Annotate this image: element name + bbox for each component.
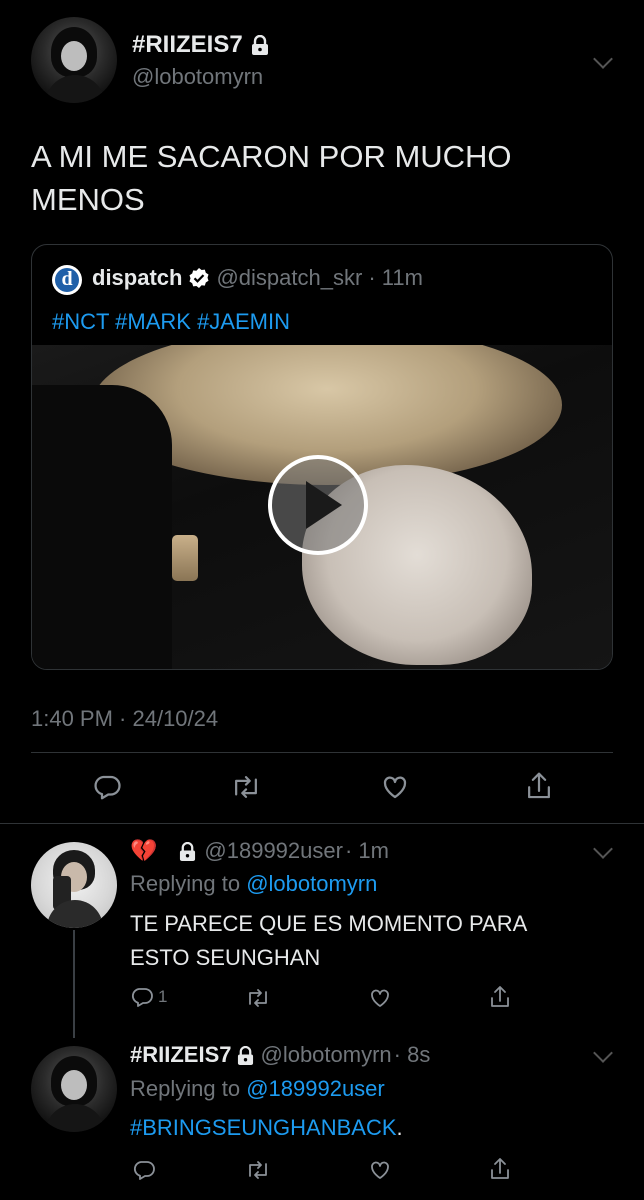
reply1-text: TE PARECE QUE ES MOMENTO PARA ESTO SEUNG…: [130, 911, 528, 970]
retweet-icon[interactable]: [230, 772, 262, 802]
quoted-handle[interactable]: @dispatch_skr: [216, 265, 362, 291]
lock-icon: [251, 35, 269, 55]
reply1-avatar[interactable]: [31, 842, 117, 928]
reply-button[interactable]: 1: [130, 985, 167, 1009]
reply-icon[interactable]: [130, 985, 154, 1009]
reply2-avatar[interactable]: [31, 1046, 117, 1132]
reply2-mention-link[interactable]: @189992user: [246, 1076, 385, 1101]
share-icon[interactable]: [488, 1156, 512, 1182]
reply1-replying-to: Replying to @lobotomyrn: [130, 871, 378, 896]
quoted-time: · 11m: [368, 265, 423, 290]
retweet-icon[interactable]: [245, 1158, 271, 1182]
reply1-handle[interactable]: @189992user: [204, 838, 343, 864]
chevron-down-icon[interactable]: [593, 839, 613, 859]
like-icon[interactable]: [368, 986, 392, 1010]
reply2-display-name[interactable]: #RIIZEIS7: [130, 1042, 231, 1068]
reply2-replying-to: Replying to @189992user: [130, 1076, 385, 1101]
thread-line: [73, 930, 75, 1038]
reply2-hashtag-link[interactable]: #BRINGSEUNGHANBACK: [130, 1115, 397, 1140]
reply-icon[interactable]: [92, 772, 122, 802]
share-icon[interactable]: [488, 984, 512, 1010]
like-icon[interactable]: [368, 1158, 392, 1182]
main-tweet-text: A MI ME SACARON POR MUCHO MENOS: [31, 139, 512, 217]
reply-icon[interactable]: [132, 1158, 156, 1182]
like-icon[interactable]: [380, 772, 410, 802]
main-handle[interactable]: @lobotomyrn: [132, 64, 263, 90]
reply1-mention-link[interactable]: @lobotomyrn: [246, 871, 377, 896]
reply-count: 1: [158, 987, 168, 1006]
quoted-hashtags[interactable]: #NCT #MARK #JAEMIN: [52, 309, 290, 335]
reply2-time: · 8s: [393, 1042, 431, 1067]
chevron-down-icon[interactable]: [593, 49, 613, 69]
video-thumbnail[interactable]: [32, 345, 612, 669]
reply1-time: · 1m: [344, 838, 389, 863]
quoted-tweet-card[interactable]: d dispatch @dispatch_skr · 11m #NCT #MAR…: [31, 244, 613, 670]
main-tweet-avatar[interactable]: [31, 17, 117, 103]
lock-icon: [179, 841, 196, 861]
chevron-down-icon[interactable]: [593, 1043, 613, 1063]
reply2-handle[interactable]: @lobotomyrn: [260, 1042, 391, 1068]
main-timestamp: 1:40 PM · 24/10/24: [31, 706, 219, 731]
quoted-display-name[interactable]: dispatch: [92, 265, 182, 291]
lock-icon: [237, 1045, 254, 1065]
play-icon[interactable]: [268, 455, 368, 555]
share-icon[interactable]: [524, 770, 554, 802]
dispatch-avatar[interactable]: d: [52, 265, 82, 295]
reply2-text: #BRINGSEUNGHANBACK.: [130, 1115, 403, 1140]
broken-heart-icon: 💔: [130, 838, 158, 863]
main-display-name[interactable]: #RIIZEIS7: [132, 31, 243, 59]
verified-badge-icon: [188, 267, 210, 289]
retweet-icon[interactable]: [245, 986, 271, 1010]
